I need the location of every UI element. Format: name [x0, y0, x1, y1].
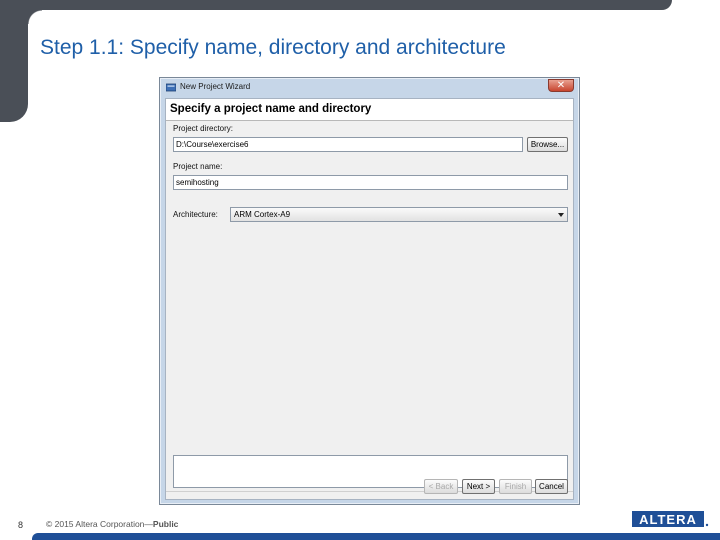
svg-text:ALTERA: ALTERA — [639, 512, 697, 527]
slide-title: Step 1.1: Specify name, directory and ar… — [40, 36, 506, 59]
chevron-down-icon — [558, 213, 564, 217]
back-button[interactable]: < Back — [424, 479, 458, 494]
window-titlebar[interactable]: New Project Wizard ✕ — [160, 78, 579, 98]
architecture-label: Architecture: — [173, 210, 218, 219]
browse-button[interactable]: Browse... — [527, 137, 568, 152]
close-icon[interactable]: ✕ — [548, 79, 574, 92]
architecture-selected-value: ARM Cortex-A9 — [234, 210, 291, 219]
project-name-label: Project name: — [173, 162, 223, 171]
slide-footer-bar — [32, 533, 720, 540]
copyright-text: © 2015 Altera Corporation— — [46, 519, 153, 529]
new-project-wizard-window: New Project Wizard ✕ Specify a project n… — [159, 77, 580, 505]
slide-left-tab — [0, 0, 28, 122]
page-number: 8 — [18, 520, 24, 530]
window-title: New Project Wizard — [180, 82, 251, 91]
copyright-classification: Public — [152, 519, 179, 529]
wizard-client-area: Specify a project name and directory Pro… — [165, 98, 574, 500]
finish-button[interactable]: Finish — [499, 479, 532, 494]
project-directory-input[interactable]: D:\Course\exercise6 — [173, 137, 523, 152]
project-directory-label: Project directory: — [173, 124, 234, 133]
copyright-notice: © 2015 Altera Corporation—Public — [46, 519, 178, 529]
altera-logo: ALTERA — [632, 511, 709, 527]
wizard-page-title: Specify a project name and directory — [170, 103, 372, 115]
slide-top-bar — [0, 0, 672, 24]
cancel-button[interactable]: Cancel — [535, 479, 568, 494]
next-button[interactable]: Next > — [462, 479, 495, 494]
architecture-select[interactable]: ARM Cortex-A9 — [230, 207, 568, 222]
project-name-input[interactable]: semihosting — [173, 175, 568, 190]
wizard-header: Specify a project name and directory — [166, 99, 573, 121]
wizard-app-icon — [166, 83, 176, 92]
